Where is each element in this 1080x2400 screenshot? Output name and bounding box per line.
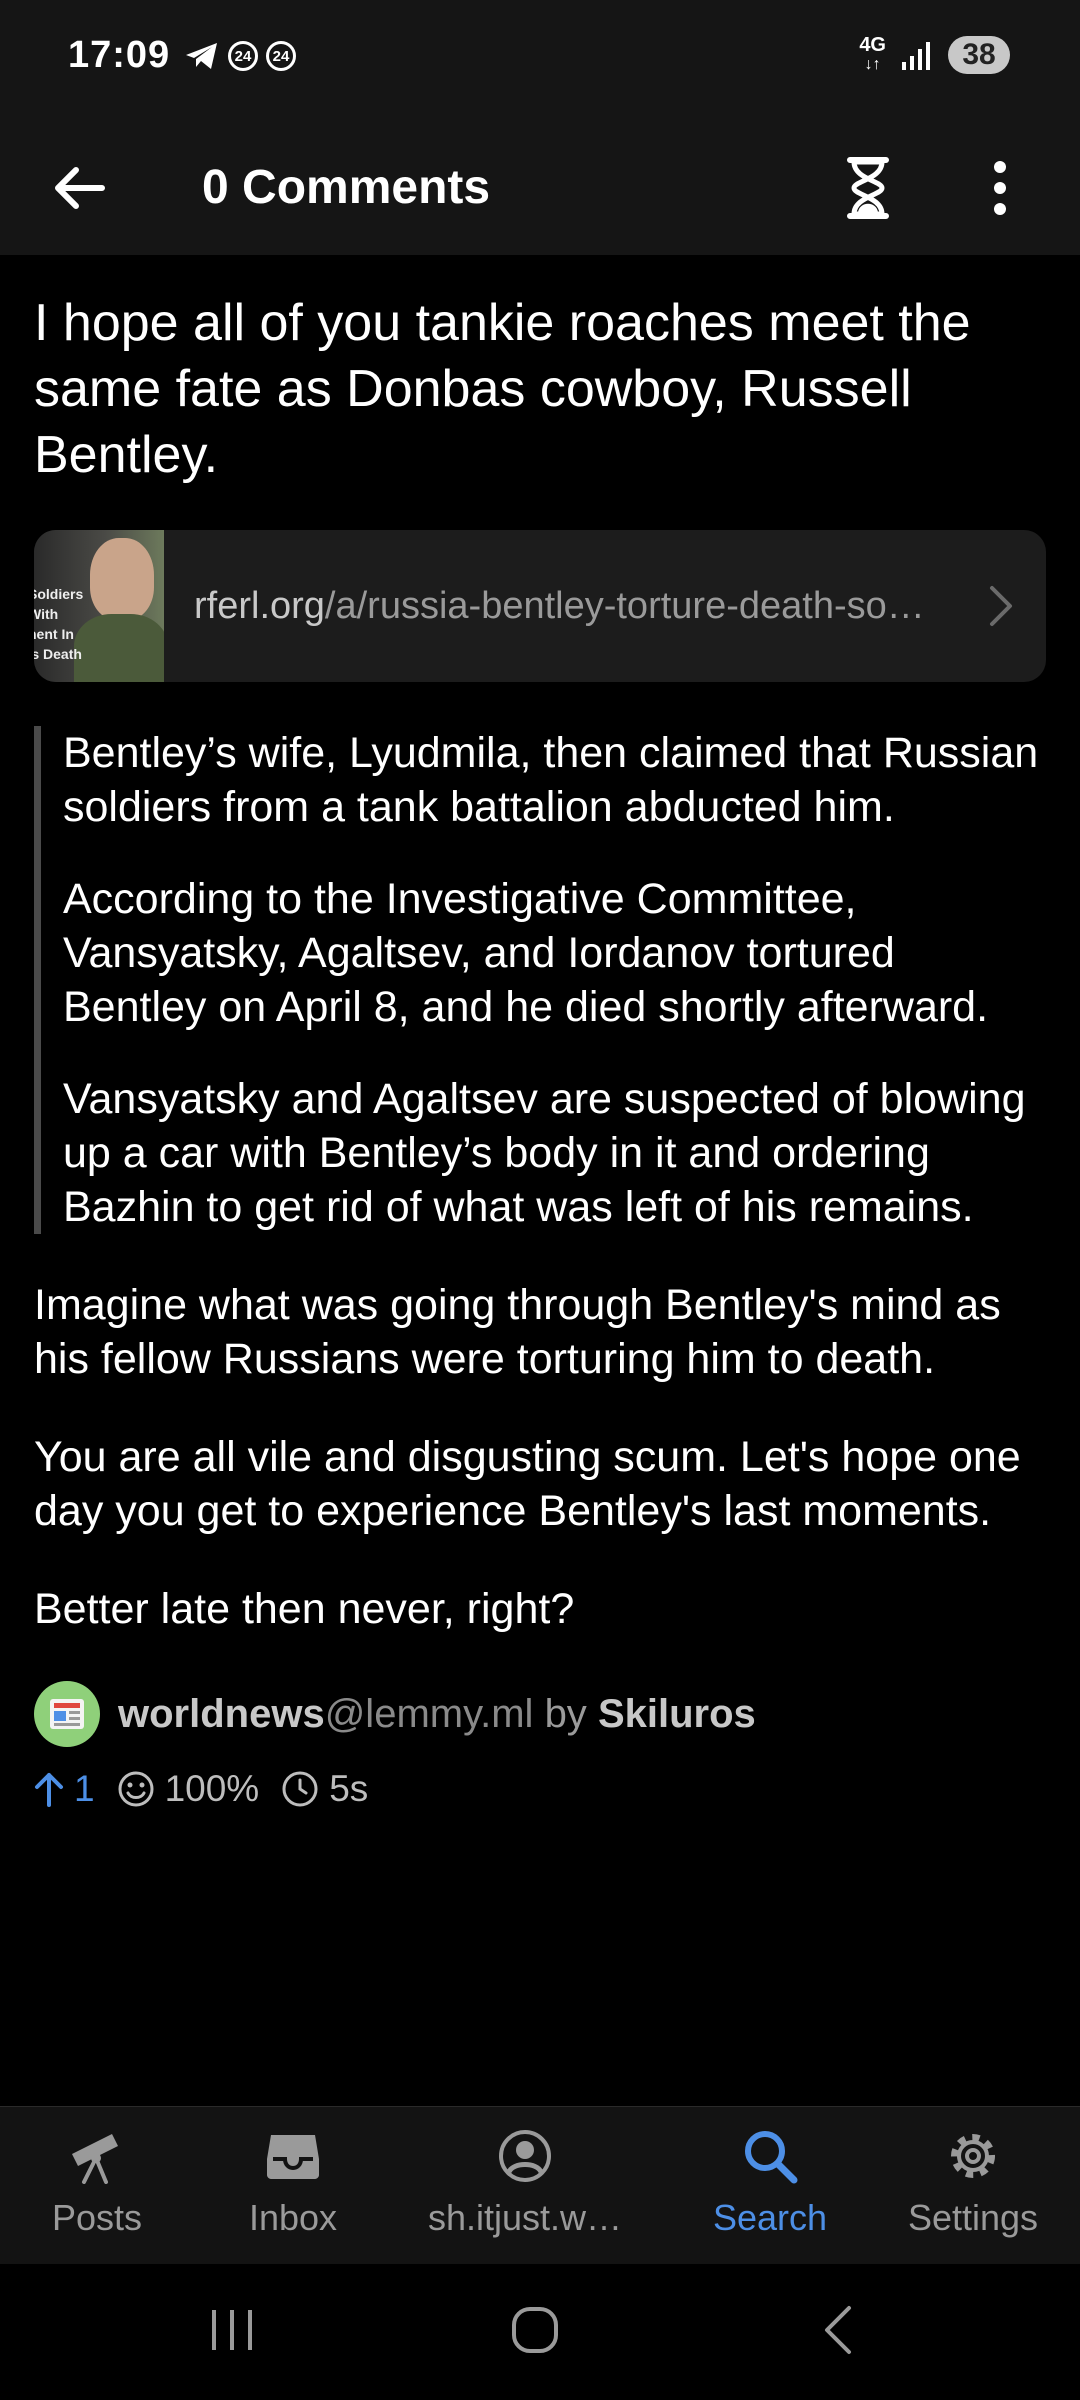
body-paragraph: Imagine what was going through Bentley's… — [34, 1281, 1001, 1383]
network-type: 4G ↓↑ — [859, 34, 886, 73]
by-label: by — [544, 1691, 587, 1736]
sort-button[interactable] — [830, 150, 905, 225]
post-stats: 1 100% 5s — [34, 1768, 1046, 1810]
score-count: 1 — [74, 1768, 95, 1809]
hourglass-icon — [846, 156, 889, 219]
status-bar: 17:09 24 24 4G ↓↑ 38 — [0, 0, 1080, 120]
notification-badge-icon: 24 — [228, 41, 258, 71]
clock-icon — [282, 1771, 318, 1807]
home-button[interactable] — [495, 2294, 575, 2366]
bottom-navigation: Posts Inbox sh.itjust.w… Search Settings — [0, 2106, 1080, 2265]
recent-apps-icon — [212, 2310, 252, 2350]
notification-badge-icon: 24 — [266, 41, 296, 71]
arrow-left-icon — [54, 166, 105, 209]
status-time: 17:09 — [68, 34, 171, 76]
search-icon — [745, 2131, 798, 2184]
link-path: /a/russia-bentley-torture-death-so… — [324, 584, 925, 627]
inbox-icon — [267, 2135, 319, 2179]
upvote-button[interactable]: 1 — [34, 1768, 95, 1810]
post-age: 5s — [281, 1768, 368, 1810]
quote-paragraph: According to the Investigative Committee… — [63, 875, 989, 1031]
post-attribution: worldnews@lemmy.ml by Skiluros — [118, 1692, 756, 1737]
status-system-icons: 4G ↓↑ 38 — [859, 34, 1010, 74]
post-title: I hope all of you tankie roaches meet th… — [34, 294, 971, 484]
nav-label: Search — [712, 2197, 828, 2238]
telescope-icon — [72, 2134, 118, 2184]
nav-item-posts[interactable]: Posts — [0, 2125, 197, 2239]
community-avatar[interactable] — [34, 1681, 100, 1747]
recent-apps-button[interactable] — [192, 2294, 272, 2366]
account-icon — [499, 2130, 551, 2182]
nav-label: Inbox — [248, 2197, 338, 2238]
arrow-up-icon — [35, 1773, 63, 1807]
post-content: I hope all of you tankie roaches meet th… — [34, 255, 1046, 1810]
more-vertical-icon — [993, 160, 1006, 215]
ratio-value: 100% — [164, 1768, 260, 1809]
community-instance[interactable]: @lemmy.ml — [325, 1692, 534, 1736]
newspaper-icon — [50, 1699, 84, 1729]
chevron-left-icon — [825, 2306, 851, 2354]
quote-paragraph: Vansyatsky and Agaltsev are suspected of… — [63, 1075, 1026, 1231]
link-domain: rferl.org — [194, 584, 325, 627]
gear-icon — [951, 2134, 995, 2178]
post-meta: worldnews@lemmy.ml by Skiluros — [34, 1680, 1046, 1748]
chevron-right-icon — [990, 586, 1012, 626]
status-notification-icons: 24 24 — [184, 40, 296, 72]
more-options-button[interactable] — [962, 150, 1037, 225]
page-title: 0 Comments — [202, 161, 491, 214]
nav-item-inbox[interactable]: Inbox — [193, 2125, 393, 2239]
age-value: 5s — [329, 1768, 369, 1809]
quote-paragraph: Bentley’s wife, Lyudmila, then claimed t… — [63, 729, 1039, 831]
home-icon — [512, 2307, 558, 2353]
upvote-ratio: 100% — [117, 1768, 260, 1810]
battery-icon: 38 — [948, 36, 1010, 74]
link-url: rferl.org/a/russia-bentley-torture-death… — [194, 585, 984, 628]
signal-icon — [902, 42, 930, 70]
body-paragraph: You are all vile and disgusting scum. Le… — [34, 1433, 1021, 1535]
link-card[interactable]: Soldiers With nent In 's Death rferl.org… — [34, 530, 1046, 682]
app-bar: 0 Comments — [0, 120, 1080, 255]
nav-item-account[interactable]: sh.itjust.w… — [425, 2125, 625, 2239]
nav-label: sh.itjust.w… — [427, 2197, 623, 2238]
link-thumbnail: Soldiers With nent In 's Death — [34, 530, 164, 682]
telegram-icon — [186, 43, 217, 69]
nav-item-settings[interactable]: Settings — [873, 2125, 1073, 2239]
body-paragraph: Better late then never, right? — [34, 1585, 575, 1633]
system-back-button[interactable] — [798, 2294, 878, 2366]
nav-label: Posts — [51, 2197, 143, 2238]
system-navigation-bar — [0, 2264, 1080, 2400]
back-button[interactable] — [40, 150, 115, 225]
nav-label: Settings — [907, 2197, 1039, 2238]
blockquote: Bentley’s wife, Lyudmila, then claimed t… — [34, 726, 1046, 1234]
smiley-icon — [118, 1771, 154, 1807]
nav-item-search[interactable]: Search — [670, 2125, 870, 2239]
thumbnail-caption: Soldiers With nent In 's Death — [34, 586, 84, 662]
author-name[interactable]: Skiluros — [598, 1692, 756, 1736]
community-name[interactable]: worldnews — [118, 1692, 325, 1736]
